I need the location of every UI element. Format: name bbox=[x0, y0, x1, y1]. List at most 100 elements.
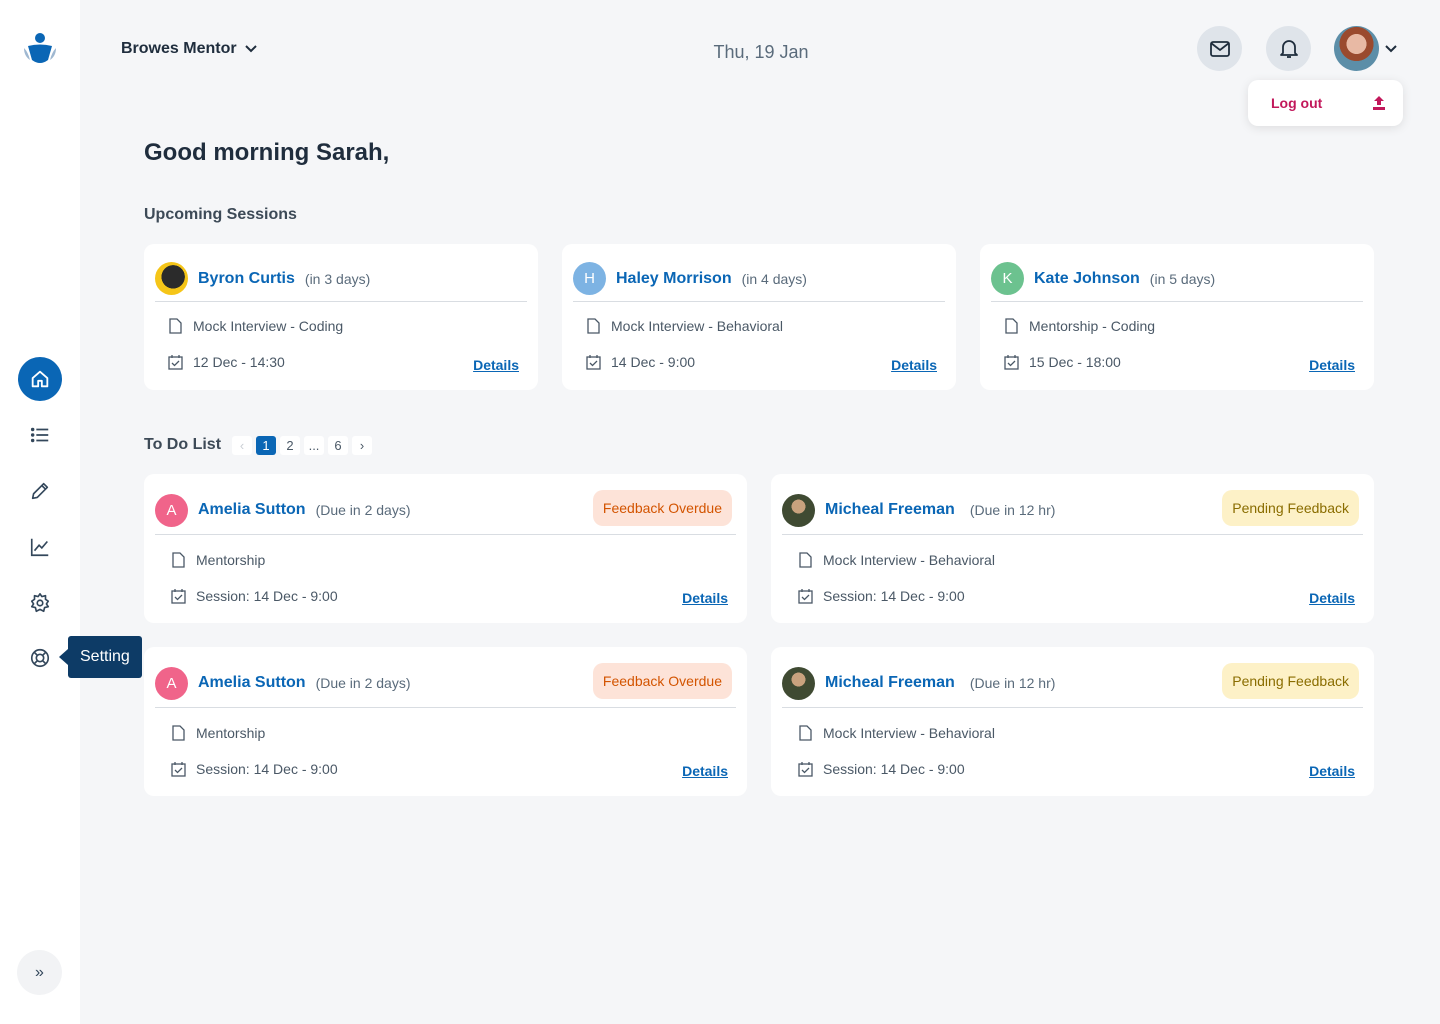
session-date-row: 14 Dec - 9:00 bbox=[586, 354, 695, 370]
pager-page-2[interactable]: 2 bbox=[280, 436, 300, 455]
todo-type-row: Mock Interview - Behavioral bbox=[798, 552, 995, 568]
bell-icon bbox=[1279, 39, 1298, 58]
session-avatar bbox=[155, 262, 188, 295]
todo-details-link[interactable]: Details bbox=[682, 590, 728, 606]
session-mentee-name[interactable]: Kate Johnson bbox=[1034, 270, 1140, 288]
todo-due: (Due in 12 hr) bbox=[969, 502, 1056, 518]
todo-session: Session: 14 Dec - 9:00 bbox=[196, 588, 338, 604]
status-badge: Pending Feedback bbox=[1222, 490, 1359, 526]
todo-avatar: A bbox=[155, 493, 188, 527]
logout-button[interactable]: Log out bbox=[1248, 80, 1403, 126]
session-card: K Kate Johnson (in 5 days) Mentorship - … bbox=[980, 244, 1374, 390]
session-card: H Haley Morrison (in 4 days) Mock Interv… bbox=[562, 244, 956, 390]
todo-due: (Due in 2 days) bbox=[315, 675, 411, 691]
session-details-link[interactable]: Details bbox=[473, 357, 519, 373]
todo-mentee-name[interactable]: Micheal Freeman bbox=[825, 674, 955, 692]
todo-details-link[interactable]: Details bbox=[682, 763, 728, 779]
document-icon bbox=[799, 725, 812, 741]
session-date-row: 15 Dec - 18:00 bbox=[1004, 354, 1121, 370]
todo-mentee-name[interactable]: Amelia Sutton bbox=[198, 501, 306, 519]
user-menu-toggle[interactable] bbox=[1334, 26, 1397, 71]
session-datetime: 12 Dec - 14:30 bbox=[193, 354, 285, 370]
todo-session-row: Session: 14 Dec - 9:00 bbox=[171, 588, 338, 604]
session-datetime: 14 Dec - 9:00 bbox=[611, 354, 696, 370]
nav-analytics[interactable] bbox=[18, 525, 62, 569]
calendar-check-icon bbox=[798, 762, 813, 777]
session-type: Mock Interview - Behavioral bbox=[611, 318, 783, 334]
nav-list[interactable] bbox=[18, 413, 62, 457]
pager-page-6[interactable]: 6 bbox=[328, 436, 348, 455]
session-countdown: (in 5 days) bbox=[1149, 270, 1216, 287]
todo-details-link[interactable]: Details bbox=[1309, 590, 1355, 606]
todo-type: Mentorship bbox=[196, 725, 266, 741]
todo-mentee-name[interactable]: Micheal Freeman bbox=[825, 501, 955, 519]
session-card-header: Byron Curtis (in 3 days) bbox=[155, 256, 527, 302]
todo-session: Session: 14 Dec - 9:00 bbox=[823, 588, 965, 604]
todo-mentee-name[interactable]: Amelia Sutton bbox=[198, 674, 306, 692]
session-type: Mock Interview - Coding bbox=[193, 318, 344, 334]
todo-due: (Due in 2 days) bbox=[315, 502, 411, 518]
nav-settings[interactable] bbox=[18, 581, 62, 625]
todo-avatar: A bbox=[155, 666, 188, 700]
session-details-link[interactable]: Details bbox=[891, 357, 937, 373]
calendar-check-icon bbox=[586, 355, 601, 370]
document-icon bbox=[587, 318, 600, 334]
list-icon bbox=[30, 427, 49, 443]
session-type-row: Mentorship - Coding bbox=[1004, 318, 1155, 334]
session-datetime: 15 Dec - 18:00 bbox=[1029, 354, 1121, 370]
logout-icon bbox=[1373, 96, 1385, 110]
session-card-header: K Kate Johnson (in 5 days) bbox=[991, 256, 1363, 302]
todo-session: Session: 14 Dec - 9:00 bbox=[196, 761, 338, 777]
todo-session-row: Session: 14 Dec - 9:00 bbox=[171, 761, 338, 777]
session-mentee-name[interactable]: Byron Curtis bbox=[198, 270, 295, 288]
pager-ellipsis: ... bbox=[304, 436, 324, 455]
session-avatar: H bbox=[573, 262, 606, 295]
todo-list-title: To Do List bbox=[144, 436, 222, 453]
todo-type-row: Mentorship bbox=[171, 552, 265, 568]
todo-session-row: Session: 14 Dec - 9:00 bbox=[798, 761, 965, 777]
pager-next-button[interactable]: › bbox=[352, 436, 372, 455]
document-icon bbox=[172, 725, 185, 741]
document-icon bbox=[172, 552, 185, 568]
session-details-link[interactable]: Details bbox=[1309, 357, 1355, 373]
todo-type-row: Mentorship bbox=[171, 725, 265, 741]
calendar-check-icon bbox=[171, 589, 186, 604]
todo-type: Mock Interview - Behavioral bbox=[823, 552, 995, 568]
setting-tooltip: Setting bbox=[59, 636, 142, 678]
nav-home[interactable] bbox=[18, 357, 62, 401]
nav-edit[interactable] bbox=[18, 469, 62, 513]
status-badge: Feedback Overdue bbox=[592, 663, 732, 699]
pager-page-1[interactable]: 1 bbox=[256, 436, 276, 455]
todo-details-link[interactable]: Details bbox=[1309, 763, 1355, 779]
session-mentee-name[interactable]: Haley Morrison bbox=[616, 270, 732, 288]
calendar-check-icon bbox=[171, 762, 186, 777]
status-badge: Feedback Overdue bbox=[592, 490, 732, 526]
messages-button[interactable] bbox=[1197, 26, 1242, 71]
chart-icon bbox=[30, 538, 49, 557]
calendar-check-icon bbox=[168, 355, 183, 370]
upcoming-sessions-title: Upcoming Sessions bbox=[144, 206, 297, 223]
home-icon bbox=[31, 370, 49, 388]
todo-session-row: Session: 14 Dec - 9:00 bbox=[798, 588, 965, 604]
notifications-button[interactable] bbox=[1266, 26, 1311, 71]
session-type-row: Mock Interview - Coding bbox=[168, 318, 343, 334]
gear-icon bbox=[30, 593, 50, 613]
session-countdown: (in 3 days) bbox=[304, 270, 371, 287]
status-badge: Pending Feedback bbox=[1222, 663, 1359, 699]
session-card: Byron Curtis (in 3 days) Mock Interview … bbox=[144, 244, 538, 390]
session-card-header: H Haley Morrison (in 4 days) bbox=[573, 256, 945, 302]
calendar-check-icon bbox=[1004, 355, 1019, 370]
logout-label: Log out bbox=[1271, 95, 1323, 111]
expand-sidebar-button[interactable]: » bbox=[17, 950, 62, 995]
double-chevron-right-icon: » bbox=[35, 963, 44, 981]
session-type-row: Mock Interview - Behavioral bbox=[586, 318, 783, 334]
pencil-icon bbox=[31, 482, 49, 500]
todo-card: A Amelia Sutton (Due in 2 days) Feedback… bbox=[144, 474, 747, 623]
tooltip-label: Setting bbox=[80, 648, 130, 665]
todo-card: Micheal Freeman (Due in 12 hr) Pending F… bbox=[771, 474, 1374, 623]
nav-support[interactable] bbox=[18, 636, 62, 680]
calendar-check-icon bbox=[798, 589, 813, 604]
greeting: Good morning Sarah, bbox=[144, 139, 390, 166]
todo-card: A Amelia Sutton (Due in 2 days) Feedback… bbox=[144, 647, 747, 796]
pager-prev-button[interactable]: ‹ bbox=[232, 436, 252, 455]
